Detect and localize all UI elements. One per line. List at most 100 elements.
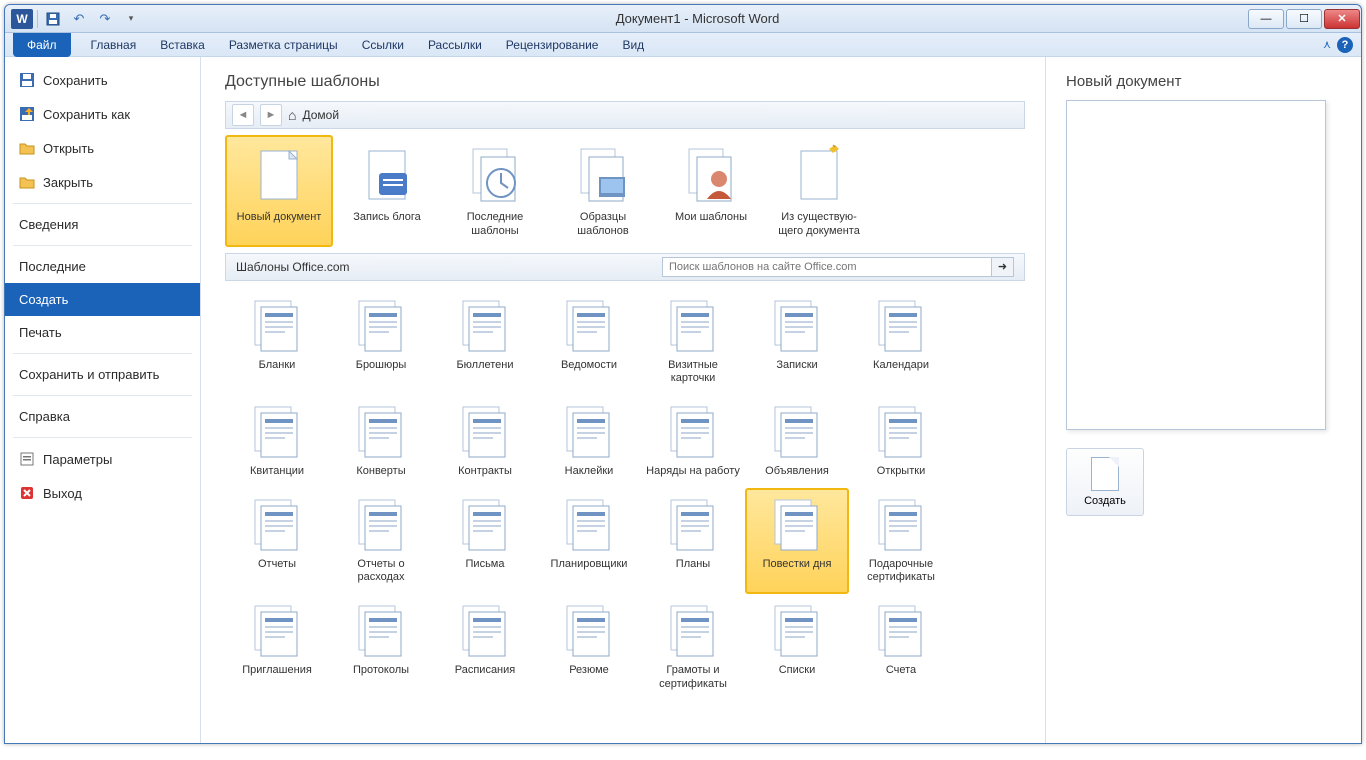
nav-close[interactable]: Закрыть <box>5 165 200 199</box>
create-label: Создать <box>1084 495 1126 507</box>
category-item[interactable]: Календари <box>849 289 953 395</box>
template-from-existing[interactable]: Из существую-щего документа <box>765 135 873 247</box>
tab-insert[interactable]: Вставка <box>148 34 217 56</box>
folder-open-icon <box>19 140 35 156</box>
category-label: Протоколы <box>353 664 409 677</box>
category-item[interactable]: Открытки <box>849 395 953 488</box>
tab-home[interactable]: Главная <box>79 34 149 56</box>
backstage-main: Доступные шаблоны ◄ ► ⌂ Домой Новый доку… <box>201 57 1361 743</box>
nav-help[interactable]: Справка <box>5 400 200 433</box>
category-label: Контракты <box>458 465 512 478</box>
nav-recent[interactable]: Последние <box>5 250 200 283</box>
category-item[interactable]: Визитные карточки <box>641 289 745 395</box>
maximize-button[interactable]: ☐ <box>1286 9 1322 29</box>
search-input[interactable] <box>662 257 992 277</box>
category-item[interactable]: Записки <box>745 289 849 395</box>
template-my-tpl[interactable]: Мои шаблоны <box>657 135 765 247</box>
nav-exit[interactable]: Выход <box>5 476 200 510</box>
tab-view[interactable]: Вид <box>610 34 656 56</box>
template-recent-tpl[interactable]: Последние шаблоны <box>441 135 549 247</box>
new-doc-icon <box>247 143 311 207</box>
category-item[interactable]: Протоколы <box>329 594 433 700</box>
category-item[interactable]: Счета <box>849 594 953 700</box>
category-item[interactable]: Подарочные сертификаты <box>849 488 953 594</box>
folder-icon <box>349 600 413 660</box>
category-item[interactable]: Конверты <box>329 395 433 488</box>
help-icon[interactable]: ? <box>1337 37 1353 53</box>
template-new-doc[interactable]: Новый документ <box>225 135 333 247</box>
undo-icon[interactable]: ↶ <box>68 9 90 29</box>
category-item[interactable]: Планировщики <box>537 488 641 594</box>
template-sample-tpl[interactable]: Образцы шаблонов <box>549 135 657 247</box>
category-label: Отчеты <box>258 558 296 571</box>
category-item[interactable]: Отчеты о расходах <box>329 488 433 594</box>
nav-save-as[interactable]: Сохранить как <box>5 97 200 131</box>
category-item[interactable]: Брошюры <box>329 289 433 395</box>
nav-info[interactable]: Сведения <box>5 208 200 241</box>
category-item[interactable]: Объявления <box>745 395 849 488</box>
category-item[interactable]: Планы <box>641 488 745 594</box>
home-icon[interactable]: ⌂ <box>288 107 296 123</box>
category-label: Конверты <box>356 465 405 478</box>
category-label: Подарочные сертификаты <box>853 558 949 584</box>
save-icon[interactable] <box>42 9 64 29</box>
backstage-nav: Сохранить Сохранить как Открыть Закрыть … <box>5 57 201 743</box>
preview-thumbnail <box>1066 100 1326 430</box>
category-label: Резюме <box>569 664 609 677</box>
tab-review[interactable]: Рецензирование <box>494 34 611 56</box>
exit-icon <box>19 485 35 501</box>
category-scroll[interactable]: Бланки Брошюры Бюллетени ВедомостиВизитные … <box>225 281 1041 744</box>
category-item[interactable]: Грамоты и сертификаты <box>641 594 745 700</box>
category-item[interactable]: Отчеты <box>225 488 329 594</box>
folder-icon <box>765 600 829 660</box>
tab-references[interactable]: Ссылки <box>350 34 416 56</box>
template-blog[interactable]: Запись блога <box>333 135 441 247</box>
nav-share[interactable]: Сохранить и отправить <box>5 358 200 391</box>
tab-file[interactable]: Файл <box>13 33 71 57</box>
save-icon <box>19 72 35 88</box>
nav-forward-button[interactable]: ► <box>260 104 282 126</box>
nav-back-button[interactable]: ◄ <box>232 104 254 126</box>
category-item[interactable]: Квитанции <box>225 395 329 488</box>
category-item[interactable]: Расписания <box>433 594 537 700</box>
category-item[interactable]: Списки <box>745 594 849 700</box>
category-item[interactable]: Приглашения <box>225 594 329 700</box>
category-item[interactable]: Повестки дня <box>745 488 849 594</box>
search-go-button[interactable]: ➜ <box>992 257 1014 277</box>
category-label: Визитные карточки <box>645 359 741 385</box>
category-label: Бюллетени <box>456 359 513 372</box>
category-item[interactable]: Бюллетени <box>433 289 537 395</box>
save-as-icon <box>19 106 35 122</box>
category-label: Наклейки <box>565 465 614 478</box>
window-title: Документ1 - Microsoft Word <box>148 11 1247 26</box>
nav-label: Печать <box>19 325 62 340</box>
nav-separator <box>13 395 192 396</box>
close-button[interactable]: ✕ <box>1324 9 1360 29</box>
category-label: Бланки <box>259 359 296 372</box>
nav-save[interactable]: Сохранить <box>5 63 200 97</box>
nav-label: Сохранить <box>43 73 108 88</box>
category-item[interactable]: Бланки <box>225 289 329 395</box>
redo-icon[interactable]: ↷ <box>94 9 116 29</box>
templates-panel: Доступные шаблоны ◄ ► ⌂ Домой Новый доку… <box>201 57 1045 743</box>
category-label: Наряды на работу <box>646 465 740 478</box>
qat-customize-icon[interactable]: ▾ <box>120 9 142 29</box>
minimize-ribbon-icon[interactable]: ⋏ <box>1323 38 1331 51</box>
nav-open[interactable]: Открыть <box>5 131 200 165</box>
create-button[interactable]: Создать <box>1066 448 1144 516</box>
category-item[interactable]: Контракты <box>433 395 537 488</box>
tab-mailings[interactable]: Рассылки <box>416 34 494 56</box>
tab-page-layout[interactable]: Разметка страницы <box>217 34 350 56</box>
nav-print[interactable]: Печать <box>5 316 200 349</box>
category-item[interactable]: Резюме <box>537 594 641 700</box>
ribbon-tabs: Файл Главная Вставка Разметка страницы С… <box>5 33 1361 57</box>
category-item[interactable]: Наклейки <box>537 395 641 488</box>
word-app-icon[interactable]: W <box>11 9 33 29</box>
nav-new[interactable]: Создать <box>5 283 200 316</box>
breadcrumb-home[interactable]: Домой <box>302 108 339 122</box>
nav-options[interactable]: Параметры <box>5 442 200 476</box>
category-item[interactable]: Наряды на работу <box>641 395 745 488</box>
category-item[interactable]: Письма <box>433 488 537 594</box>
minimize-button[interactable]: — <box>1248 9 1284 29</box>
category-item[interactable]: Ведомости <box>537 289 641 395</box>
